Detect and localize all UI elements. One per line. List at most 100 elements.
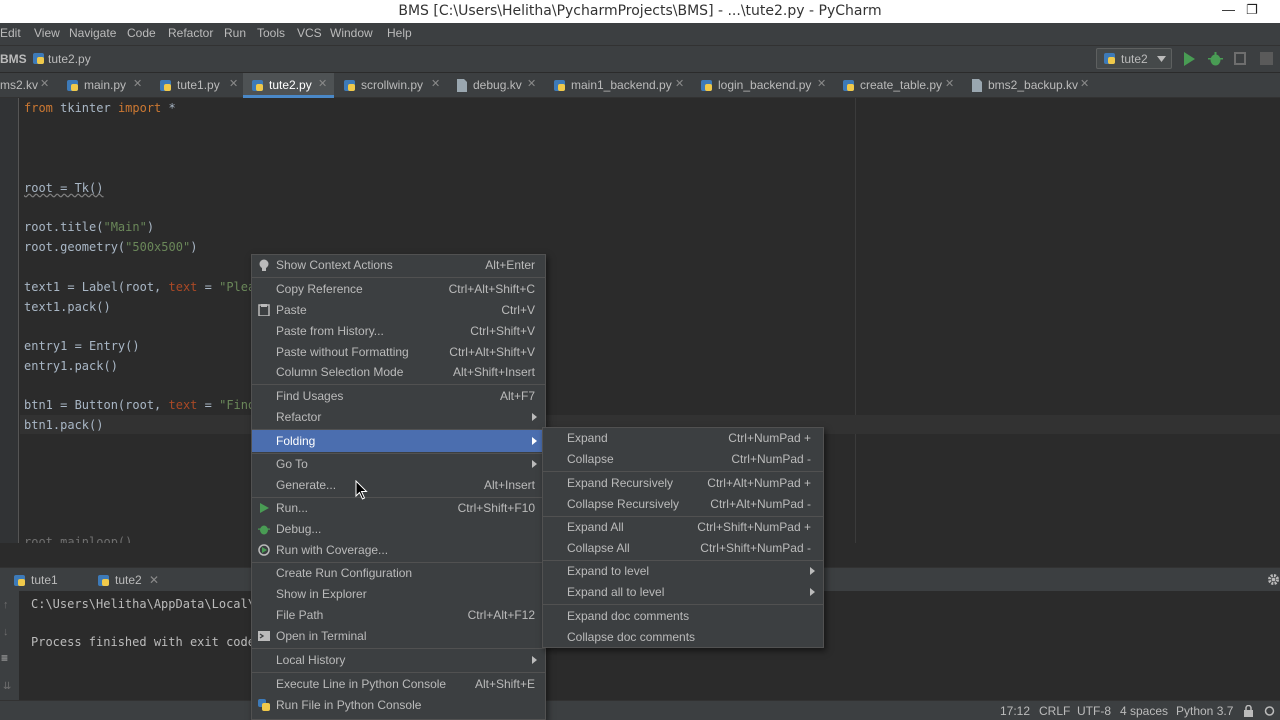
menu-item-run[interactable]: Run... Ctrl+Shift+F10 bbox=[252, 498, 545, 519]
run-config-dropdown[interactable]: tute2 bbox=[1096, 48, 1172, 69]
menu-item-refactor[interactable]: Refactor bbox=[252, 407, 545, 428]
breadcrumb-file[interactable]: tute2.py bbox=[48, 52, 91, 66]
run-tab-tute2[interactable]: tute2 bbox=[115, 573, 142, 587]
arrow-up-icon[interactable]: ↑ bbox=[3, 599, 9, 611]
menu-item-find-usages[interactable]: Find Usages Alt+F7 bbox=[252, 386, 545, 407]
tab-main-py[interactable]: main.py ✕ bbox=[66, 73, 152, 98]
run-icon[interactable] bbox=[1183, 52, 1196, 66]
caret-position[interactable]: 17:12 bbox=[1000, 704, 1030, 718]
menu-run[interactable]: Run bbox=[224, 26, 246, 40]
submenu-item-expand-all[interactable]: Expand All Ctrl+Shift+NumPad + bbox=[543, 517, 823, 538]
tab-login-backend-py[interactable]: login_backend.py ✕ bbox=[700, 73, 834, 98]
menu-item-shortcut: Ctrl+Shift+V bbox=[470, 324, 535, 338]
menu-item-execute-line-in-python-console[interactable]: Execute Line in Python Console Alt+Shift… bbox=[252, 674, 545, 695]
close-icon[interactable]: ✕ bbox=[149, 573, 159, 587]
line-separator[interactable]: CRLF bbox=[1039, 704, 1070, 718]
scroll-end-icon[interactable]: ⇊ bbox=[3, 681, 11, 692]
menu-item-paste[interactable]: Paste Ctrl+V bbox=[252, 300, 545, 321]
menu-item-folding[interactable]: Folding bbox=[252, 430, 545, 452]
submenu-item-collapse-recursively[interactable]: Collapse Recursively Ctrl+Alt+NumPad - bbox=[543, 494, 823, 515]
minimize-button[interactable]: — bbox=[1222, 2, 1235, 17]
editor-gutter[interactable] bbox=[0, 98, 19, 543]
submenu-item-collapse-doc-comments[interactable]: Collapse doc comments bbox=[543, 627, 823, 648]
menu-view[interactable]: View bbox=[34, 26, 60, 40]
menu-tools[interactable]: Tools bbox=[257, 26, 285, 40]
menu-item-column-selection-mode[interactable]: Column Selection Mode Alt+Shift+Insert bbox=[252, 362, 545, 383]
close-icon[interactable]: ✕ bbox=[527, 77, 536, 90]
menu-item-label: Expand doc comments bbox=[567, 609, 690, 623]
submenu-item-expand-recursively[interactable]: Expand Recursively Ctrl+Alt+NumPad + bbox=[543, 473, 823, 494]
soft-wrap-icon[interactable]: ≡ bbox=[1, 651, 8, 665]
gear-icon[interactable] bbox=[1267, 573, 1280, 586]
submenu-item-expand-to-level[interactable]: Expand to level bbox=[543, 561, 823, 582]
restore-button[interactable]: ❐ bbox=[1246, 2, 1258, 18]
tab-tute2-py[interactable]: tute2.py ✕ bbox=[243, 73, 334, 98]
tab-tute1-py[interactable]: tute1.py ✕ bbox=[159, 73, 245, 98]
menu-item-run-file-in-python-console[interactable]: Run File in Python Console bbox=[252, 695, 545, 716]
tab-ms2-kv[interactable]: ms2.kv ✕ bbox=[0, 73, 52, 98]
menu-item-label: Find Usages bbox=[276, 389, 344, 403]
tab-label: bms2_backup.kv bbox=[988, 78, 1079, 92]
menu-vcs[interactable]: VCS bbox=[297, 26, 322, 40]
tab-label: main.py bbox=[84, 78, 127, 92]
arrow-down-icon[interactable]: ↓ bbox=[3, 626, 9, 638]
tab-create-table-py[interactable]: create_table.py ✕ bbox=[842, 73, 960, 98]
tab-scrollwin-py[interactable]: scrollwin.py ✕ bbox=[343, 73, 447, 98]
submenu-item-collapse[interactable]: Collapse Ctrl+NumPad - bbox=[543, 449, 823, 470]
menu-code[interactable]: Code bbox=[127, 26, 156, 40]
menu-item-paste-from-history[interactable]: Paste from History... Ctrl+Shift+V bbox=[252, 321, 545, 342]
menu-item-show-in-explorer[interactable]: Show in Explorer bbox=[252, 584, 545, 605]
menu-item-show-context-actions[interactable]: Show Context Actions Alt+Enter bbox=[252, 255, 545, 276]
menu-item-shortcut: Ctrl+V bbox=[501, 303, 535, 317]
close-icon[interactable]: ✕ bbox=[133, 77, 142, 90]
submenu-item-expand[interactable]: Expand Ctrl+NumPad + bbox=[543, 428, 823, 449]
menu-help[interactable]: Help bbox=[387, 26, 412, 40]
menu-item-label: Refactor bbox=[276, 410, 322, 424]
menu-item-copy-reference[interactable]: Copy Reference Ctrl+Alt+Shift+C bbox=[252, 279, 545, 300]
menu-window[interactable]: Window bbox=[330, 26, 373, 40]
menu-separator bbox=[252, 648, 545, 649]
menu-item-go-to[interactable]: Go To bbox=[252, 454, 545, 475]
python-file-icon bbox=[554, 80, 565, 91]
lock-icon[interactable] bbox=[1243, 705, 1254, 717]
menu-navigate[interactable]: Navigate bbox=[69, 26, 116, 40]
close-icon[interactable]: ✕ bbox=[817, 77, 826, 90]
close-icon[interactable]: ✕ bbox=[1080, 77, 1089, 90]
close-icon[interactable]: ✕ bbox=[318, 77, 327, 90]
menu-refactor[interactable]: Refactor bbox=[168, 26, 213, 40]
submenu-item-expand-all-to-level[interactable]: Expand all to level bbox=[543, 582, 823, 603]
close-icon[interactable]: ✕ bbox=[229, 77, 238, 90]
file-encoding[interactable]: UTF-8 bbox=[1077, 704, 1111, 718]
submenu-item-expand-doc-comments[interactable]: Expand doc comments bbox=[543, 606, 823, 627]
menu-item-paste-without-formatting[interactable]: Paste without Formatting Ctrl+Alt+Shift+… bbox=[252, 342, 545, 363]
tab-debug-kv[interactable]: debug.kv ✕ bbox=[455, 73, 543, 98]
submenu-item-collapse-all[interactable]: Collapse All Ctrl+Shift+NumPad - bbox=[543, 538, 823, 559]
tab-bms2-backup-kv[interactable]: bms2_backup.kv ✕ bbox=[970, 73, 1090, 98]
menu-edit[interactable]: Edit bbox=[0, 26, 21, 40]
menu-item-open-in-terminal[interactable]: Open in Terminal bbox=[252, 626, 545, 647]
menu-item-generate[interactable]: Generate... Alt+Insert bbox=[252, 475, 545, 496]
close-icon[interactable]: ✕ bbox=[431, 77, 440, 90]
menu-item-file-path[interactable]: File Path Ctrl+Alt+F12 bbox=[252, 605, 545, 626]
menu-item-local-history[interactable]: Local History bbox=[252, 650, 545, 671]
stop-icon[interactable] bbox=[1260, 52, 1273, 65]
menu-separator bbox=[543, 471, 823, 472]
menu-item-create-run-configuration[interactable]: Create Run Configuration bbox=[252, 563, 545, 584]
tab-main1-backend-py[interactable]: main1_backend.py ✕ bbox=[553, 73, 691, 98]
coverage-icon[interactable] bbox=[1233, 51, 1248, 66]
menu-item-debug[interactable]: Debug... bbox=[252, 519, 545, 540]
menu-item-run-with-coverage[interactable]: Run with Coverage... bbox=[252, 540, 545, 561]
close-icon[interactable]: ✕ bbox=[675, 77, 684, 90]
breadcrumb-project[interactable]: BMS bbox=[0, 52, 27, 66]
inspector-icon[interactable] bbox=[1264, 705, 1275, 717]
run-tab-tute1[interactable]: tute1 bbox=[31, 573, 58, 587]
indent-setting[interactable]: 4 spaces bbox=[1120, 704, 1168, 718]
debug-icon[interactable] bbox=[1208, 51, 1223, 66]
menu-item-shortcut: Alt+Shift+E bbox=[474, 677, 535, 691]
python-interpreter[interactable]: Python 3.7 bbox=[1176, 704, 1233, 718]
close-icon[interactable]: ✕ bbox=[945, 77, 954, 90]
close-icon[interactable]: ✕ bbox=[40, 77, 49, 90]
menu-item-label: Folding bbox=[276, 434, 316, 448]
python-file-icon bbox=[160, 80, 171, 91]
python-file-icon bbox=[701, 80, 712, 91]
